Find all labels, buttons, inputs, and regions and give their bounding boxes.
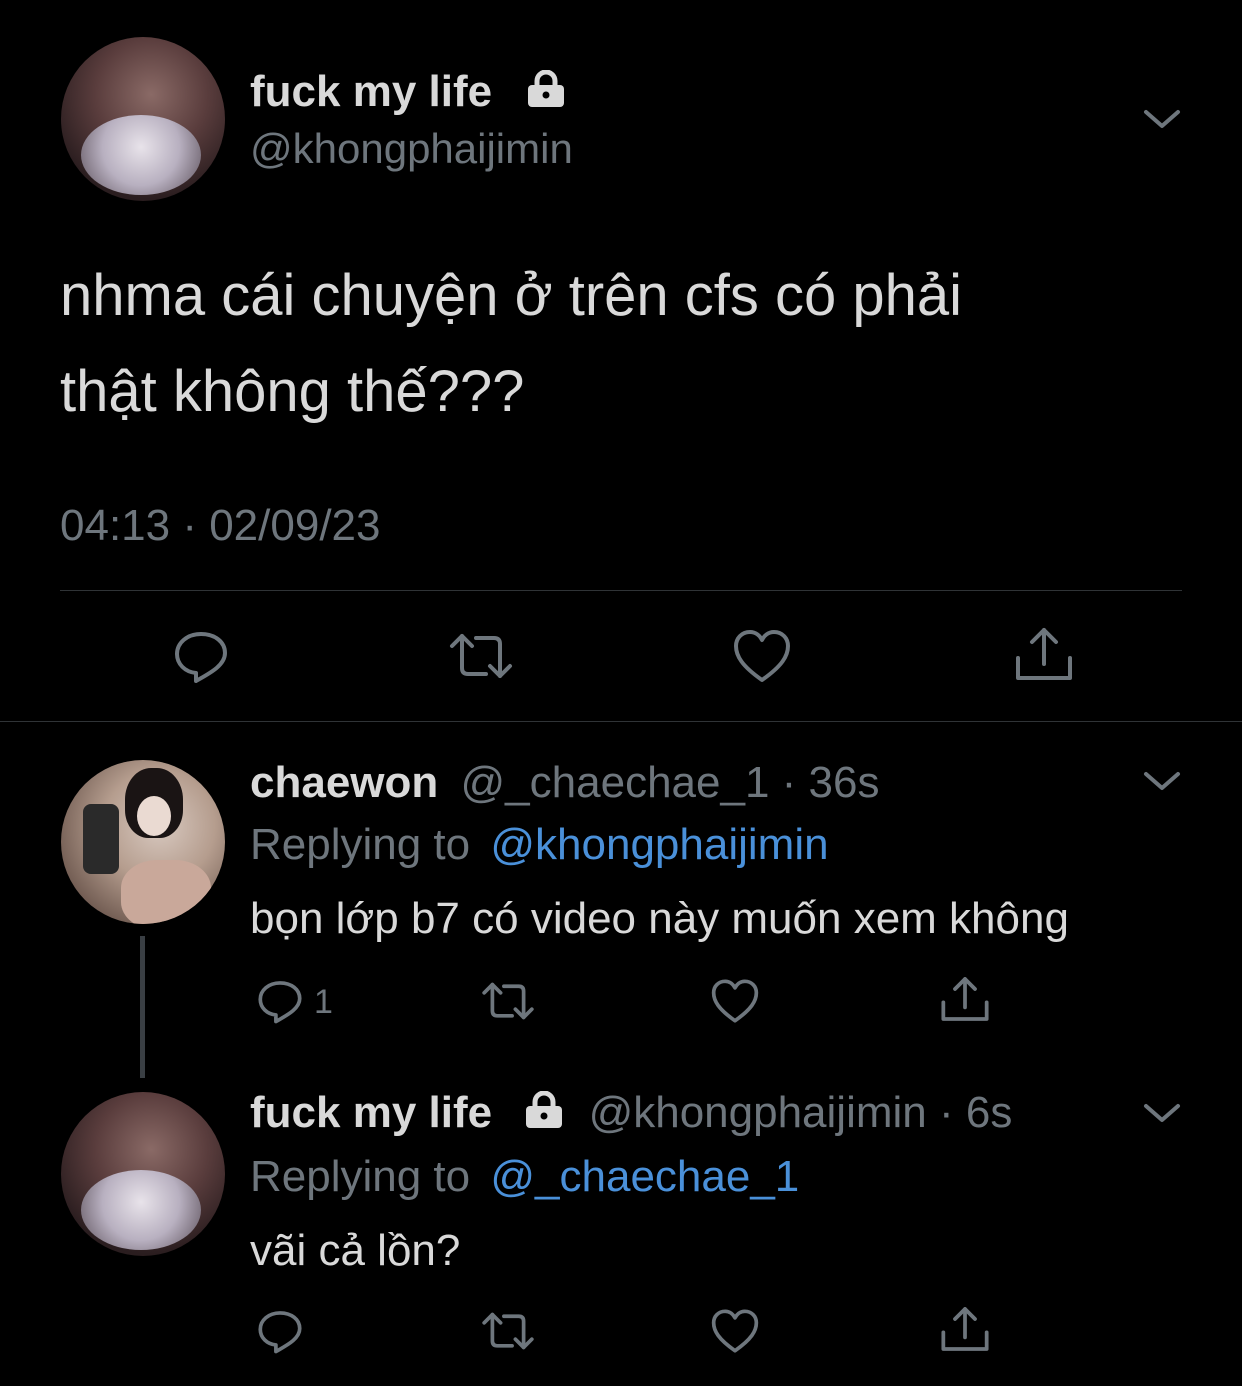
avatar-photo-detail — [81, 115, 201, 195]
main-display-name[interactable]: fuck my life — [250, 66, 568, 120]
avatar-face-detail — [137, 796, 171, 836]
avatar-body-detail — [121, 860, 211, 924]
reply-icon[interactable] — [256, 978, 304, 1024]
reply2-display-name[interactable]: fuck my life — [250, 1088, 492, 1137]
main-divider — [60, 590, 1182, 591]
reply2-handle[interactable]: @khongphaijimin — [589, 1088, 927, 1137]
reply1-avatar[interactable] — [61, 760, 225, 924]
main-tweet-text-line1: nhma cái chuyện ở trên cfs có phải — [60, 263, 963, 328]
thread-line — [140, 936, 145, 1078]
main-tweet-text-line2: thật không thế??? — [60, 359, 525, 424]
retweet-icon[interactable] — [448, 628, 514, 684]
reply-icon[interactable] — [172, 628, 230, 684]
reply2-avatar[interactable] — [61, 1092, 225, 1256]
reply2-replying-to: Replying to @_chaechae_1 — [250, 1150, 799, 1204]
retweet-icon[interactable] — [480, 1308, 536, 1354]
main-avatar[interactable] — [61, 37, 225, 201]
chevron-down-icon[interactable] — [1140, 1098, 1184, 1128]
reply2-text: vãi cả lồn? — [250, 1226, 461, 1275]
retweet-icon[interactable] — [480, 978, 536, 1024]
share-icon[interactable] — [1014, 624, 1074, 684]
reply1-reply-count: 1 — [314, 983, 333, 1021]
share-icon[interactable] — [940, 1304, 990, 1354]
reply-icon[interactable] — [256, 1308, 304, 1354]
reply1-header: chaewon @_chaechae_1 · 36s — [250, 756, 879, 810]
reply1-handle[interactable]: @_chaechae_1 — [461, 758, 770, 807]
reply2-time[interactable]: · 6s — [939, 1088, 1012, 1137]
reply1-replying-to: Replying to @khongphaijimin — [250, 818, 829, 872]
lock-icon — [522, 1088, 566, 1142]
avatar-photo-detail — [81, 1170, 201, 1250]
section-divider — [0, 721, 1242, 722]
reply2-replying-handle[interactable]: @_chaechae_1 — [490, 1152, 799, 1201]
heart-icon[interactable] — [732, 628, 792, 684]
heart-icon[interactable] — [710, 978, 760, 1024]
reply2-replying-prefix: Replying to — [250, 1152, 471, 1201]
chevron-down-icon[interactable] — [1140, 104, 1184, 134]
main-display-name-text[interactable]: fuck my life — [250, 67, 492, 116]
main-handle[interactable]: @khongphaijimin — [250, 124, 573, 174]
avatar-phone-detail — [83, 804, 119, 874]
reply2-header: fuck my life @khongphaijimin · 6s — [250, 1086, 1012, 1142]
chevron-down-icon[interactable] — [1140, 766, 1184, 796]
main-timestamp[interactable]: 04:13 · 02/09/23 — [60, 500, 380, 552]
reply1-display-name[interactable]: chaewon — [250, 758, 438, 807]
reply1-replying-prefix: Replying to — [250, 820, 471, 869]
reply1-replying-handle[interactable]: @khongphaijimin — [490, 820, 828, 869]
lock-icon — [524, 68, 568, 120]
reply1-time[interactable]: · 36s — [782, 758, 880, 807]
heart-icon[interactable] — [710, 1308, 760, 1354]
share-icon[interactable] — [940, 974, 990, 1024]
reply1-text: bọn lớp b7 có video này muốn xem không — [250, 894, 1069, 943]
